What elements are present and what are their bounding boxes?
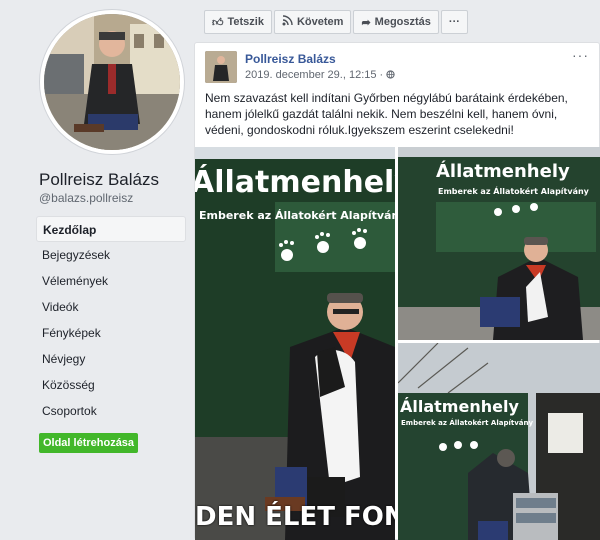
post-meta: Pollreisz Balázs 2019. december 29., 12:…: [245, 51, 395, 85]
more-options-button[interactable]: ···: [440, 10, 468, 34]
main-photo-banner-text: DEN ÉLET FONTO: [195, 502, 395, 532]
thumbs-up-icon: 👍︎: [212, 16, 224, 29]
post-photo-bottom-right[interactable]: Állatmenhely Emberek az Állatokért Alapí…: [398, 343, 600, 540]
follow-button[interactable]: Követem: [273, 10, 352, 34]
rss-icon: [282, 15, 293, 29]
main-photo-sign-title: Állatmenhely: [195, 165, 395, 200]
post-timestamp[interactable]: 2019. december 29., 12:15 ·: [245, 67, 395, 83]
follow-label: Követem: [296, 16, 344, 28]
nav-item-photos[interactable]: Fényképek: [36, 320, 186, 346]
share-arrow-icon: ➦: [361, 16, 371, 29]
post-author-name[interactable]: Pollreisz Balázs: [245, 51, 395, 67]
page-nav: Kezdőlap Bejegyzések Vélemények Videók F…: [36, 216, 186, 424]
nav-item-groups[interactable]: Csoportok: [36, 398, 186, 424]
left-sidebar: Pollreisz Balázs @balazs.pollreisz Kezdő…: [0, 0, 194, 540]
shelter-photo-1: [195, 147, 395, 540]
like-label: Tetszik: [227, 16, 264, 28]
post-author-avatar[interactable]: [205, 51, 237, 83]
post-text: Nem szavazást kell indítani Győrben négy…: [205, 91, 568, 137]
date-separator: ·: [379, 69, 384, 81]
bottom-right-sign-subtitle: Emberek az Állatokért Alapítvány: [401, 419, 534, 427]
share-label: Megosztás: [374, 16, 431, 28]
top-right-sign-subtitle: Emberek az Állatokért Alapítvány: [438, 187, 589, 196]
nav-item-home[interactable]: Kezdőlap: [36, 216, 186, 242]
nav-item-posts[interactable]: Bejegyzések: [36, 242, 186, 268]
bottom-right-sign-title: Állatmenhely: [400, 397, 519, 416]
create-page-button[interactable]: Oldal létrehozása: [39, 433, 138, 453]
post-options-button[interactable]: ···: [572, 47, 589, 63]
page-name[interactable]: Pollreisz Balázs: [39, 170, 159, 190]
profile-picture[interactable]: [40, 10, 184, 154]
post-photo-top-right[interactable]: Állatmenhely Emberek az Állatokért Alapí…: [398, 147, 600, 340]
page-action-bar: 👍︎ Tetszik Követem ➦ Megosztás ···: [204, 10, 468, 34]
nav-item-community[interactable]: Közösség: [36, 372, 186, 398]
author-photo: [205, 51, 237, 83]
top-right-sign-title: Állatmenhely: [436, 161, 570, 182]
main-photo-sign-subtitle: Emberek az Állatokért Alapítvány: [199, 209, 395, 222]
like-button[interactable]: 👍︎ Tetszik: [204, 10, 272, 34]
nav-item-reviews[interactable]: Vélemények: [36, 268, 186, 294]
post-card: Pollreisz Balázs 2019. december 29., 12:…: [194, 42, 600, 540]
nav-item-videos[interactable]: Videók: [36, 294, 186, 320]
profile-photo: [44, 14, 180, 150]
post-photo-main[interactable]: Állatmenhely Emberek az Állatokért Alapí…: [195, 147, 395, 540]
nav-item-about[interactable]: Névjegy: [36, 346, 186, 372]
globe-icon: [386, 69, 395, 81]
shelter-photo-3: [398, 343, 600, 540]
page-handle[interactable]: @balazs.pollreisz: [39, 191, 133, 205]
share-button[interactable]: ➦ Megosztás: [353, 10, 439, 34]
post-date-text: 2019. december 29., 12:15: [245, 69, 377, 81]
post-header: Pollreisz Balázs 2019. december 29., 12:…: [205, 51, 395, 85]
